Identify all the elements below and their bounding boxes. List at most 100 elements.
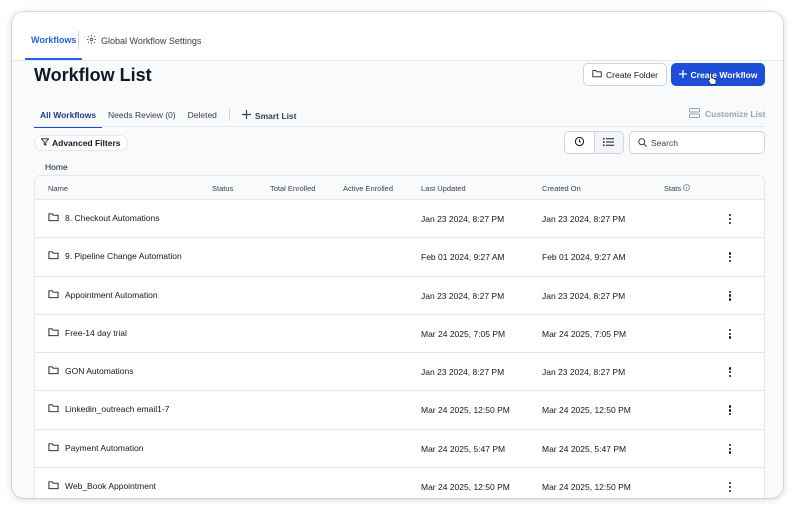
created-on-cell: Feb 01 2024, 9:27 AM (542, 252, 626, 263)
search-input[interactable] (651, 137, 756, 148)
subtabs-underline (34, 126, 765, 127)
last-updated-cell: Mar 24 2025, 12:50 PM (421, 405, 510, 416)
folder-icon (48, 250, 59, 262)
column-header-last-updated: Last Updated (421, 184, 466, 193)
row-menu-icon[interactable] (725, 289, 735, 303)
create-folder-button[interactable]: Create Folder (583, 63, 667, 86)
workflow-name: Free-14 day trial (65, 327, 127, 338)
workflow-name-cell[interactable]: GON Automations (48, 365, 134, 377)
table-row[interactable]: Appointment Automation Jan 23 2024, 8:27… (35, 277, 764, 315)
create-folder-label: Create Folder (606, 69, 658, 80)
column-header-status: Status (212, 184, 234, 193)
row-menu-icon[interactable] (725, 365, 735, 379)
columns-icon (689, 108, 700, 120)
created-on-cell: Mar 24 2025, 7:05 PM (542, 328, 627, 339)
folder-icon (48, 365, 59, 377)
workflow-name-cell[interactable]: 8. Checkout Automations (48, 212, 160, 224)
last-updated-cell: Mar 24 2025, 12:50 PM (421, 482, 510, 493)
page-title: Workflow List (34, 65, 152, 85)
column-header-stats: Stats (664, 184, 690, 193)
workflow-name-cell[interactable]: 9. Pipeline Change Automation (48, 250, 182, 262)
create-workflow-label: Create Workflow (690, 69, 758, 80)
last-updated-cell: Jan 23 2024, 8:27 PM (421, 367, 505, 378)
customize-list-label: Customize List (705, 109, 766, 119)
tab-all-workflows[interactable]: All Workflows (34, 105, 103, 128)
folder-icon (48, 480, 59, 492)
created-on-cell: Mar 24 2025, 12:50 PM (542, 405, 631, 416)
row-menu-icon[interactable] (725, 480, 735, 494)
search-box (629, 131, 765, 154)
column-header-stats-label: Stats (664, 184, 682, 193)
table-row[interactable]: GON Automations Jan 23 2024, 8:27 PM Jan… (35, 353, 764, 392)
created-on-cell: Jan 23 2024, 8:27 PM (542, 214, 626, 224)
workflow-subtabs: All Workflows Needs Review (0) Deleted S… (34, 105, 303, 128)
top-nav: Workflows Global Workflow Settings (12, 12, 783, 61)
workflow-table: Name Status Total Enrolled Active Enroll… (34, 175, 765, 498)
advanced-filters-button[interactable]: Advanced Filters (34, 135, 128, 151)
tab-global-workflow-settings-label: Global Workflow Settings (101, 35, 202, 46)
clock-icon (574, 134, 585, 152)
last-updated-cell: Jan 23 2024, 8:27 PM (421, 290, 505, 301)
workflow-name-cell[interactable]: Appointment Automation (48, 289, 158, 301)
created-on-cell: Mar 24 2025, 5:47 PM (542, 443, 627, 454)
create-workflow-button[interactable]: Create Workflow (671, 63, 765, 86)
row-menu-icon[interactable] (725, 327, 735, 341)
list-icon (603, 134, 615, 152)
tab-workflows[interactable]: Workflows (25, 26, 83, 60)
workflow-name-cell[interactable]: Payment Automation (48, 442, 143, 454)
table-row[interactable]: Linkedin_outreach email1-7 Mar 24 2025, … (35, 391, 764, 430)
folder-icon (48, 327, 59, 339)
smart-list-label: Smart List (254, 110, 297, 121)
last-updated-cell: Mar 24 2025, 5:47 PM (421, 443, 506, 454)
recent-view-button[interactable] (565, 132, 594, 153)
table-row[interactable]: Web_Book Appointment Mar 24 2025, 12:50 … (35, 468, 764, 498)
row-menu-icon[interactable] (725, 442, 735, 456)
table-row[interactable]: 8. Checkout Automations Jan 23 2024, 8:2… (35, 200, 764, 239)
plus-icon (241, 110, 251, 121)
table-header: Name Status Total Enrolled Active Enroll… (35, 176, 764, 200)
workflow-name-cell[interactable]: Free-14 day trial (48, 327, 127, 339)
row-menu-icon[interactable] (725, 212, 735, 226)
column-header-name: Name (48, 184, 69, 193)
last-updated-cell: Feb 01 2024, 9:27 AM (421, 252, 505, 263)
tab-global-workflow-settings[interactable]: Global Workflow Settings (86, 34, 201, 47)
created-on-cell: Mar 24 2025, 12:50 PM (542, 482, 631, 493)
last-updated-cell: Mar 24 2025, 7:05 PM (421, 328, 506, 339)
created-on-cell: Jan 23 2024, 8:27 PM (542, 367, 626, 378)
workflow-name-cell[interactable]: Web_Book Appointment (48, 480, 156, 492)
workflow-name: 8. Checkout Automations (65, 213, 160, 223)
tab-needs-review[interactable]: Needs Review (0) (102, 105, 182, 126)
row-menu-icon[interactable] (725, 403, 735, 417)
folder-icon (48, 403, 59, 415)
folder-icon (48, 442, 59, 454)
subtab-divider (228, 108, 230, 121)
list-view-button[interactable] (593, 132, 623, 153)
workflow-name: Appointment Automation (65, 289, 158, 300)
tab-deleted[interactable]: Deleted (182, 105, 223, 126)
filter-icon (40, 138, 50, 148)
folder-icon (592, 69, 602, 80)
folder-icon (48, 212, 59, 224)
advanced-filters-label: Advanced Filters (52, 138, 121, 148)
column-header-total-enrolled: Total Enrolled (270, 184, 316, 193)
folder-icon (48, 289, 59, 301)
workflow-name: 9. Pipeline Change Automation (65, 251, 182, 262)
smart-list-button[interactable]: Smart List (236, 105, 303, 127)
info-icon[interactable] (683, 184, 690, 193)
column-header-created-on: Created On (542, 184, 581, 193)
workflow-name: GON Automations (65, 366, 134, 377)
customize-list-button[interactable]: Customize List (689, 108, 765, 120)
row-menu-icon[interactable] (725, 250, 735, 264)
breadcrumb[interactable]: Home (45, 162, 68, 172)
table-row[interactable]: Free-14 day trial Mar 24 2025, 7:05 PM M… (35, 315, 764, 354)
table-row[interactable]: Payment Automation Mar 24 2025, 5:47 PM … (35, 430, 764, 469)
workflow-name-cell[interactable]: Linkedin_outreach email1-7 (48, 403, 169, 415)
search-icon (638, 134, 647, 152)
workflow-name: Payment Automation (65, 442, 144, 453)
workflow-name: Linkedin_outreach email1-7 (65, 404, 170, 415)
created-on-cell: Jan 23 2024, 8:27 PM (542, 290, 626, 301)
table-row[interactable]: 9. Pipeline Change Automation Feb 01 202… (35, 238, 764, 277)
workflow-name: Web_Book Appointment (65, 481, 157, 492)
pointer-cursor-icon (707, 72, 718, 87)
nav-divider (78, 31, 79, 49)
